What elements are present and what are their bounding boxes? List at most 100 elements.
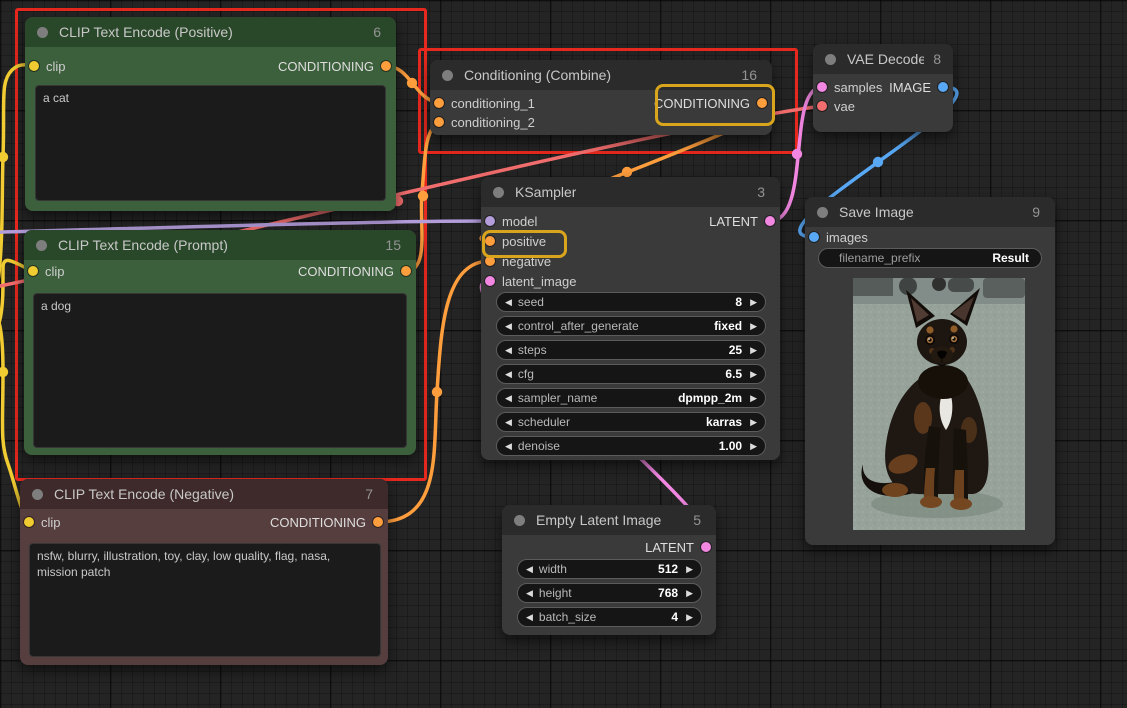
output-slot-label: IMAGE: [889, 80, 931, 95]
conditioning-2-input-port[interactable]: [434, 117, 444, 127]
node-clip-text-encode-negative[interactable]: CLIP Text Encode (Negative)7clipCONDITIO…: [20, 479, 388, 665]
node-id-badge: 3: [757, 184, 765, 200]
increment-arrow-icon[interactable]: ▶: [750, 298, 757, 307]
node-ksampler[interactable]: KSampler3modelpositivenegativelatent_ima…: [481, 177, 780, 460]
input-slot-label: images: [826, 230, 868, 245]
decrement-arrow-icon[interactable]: ◀: [505, 394, 512, 403]
widget-steps[interactable]: ◀steps25▶: [496, 340, 766, 360]
samples-input-port[interactable]: [817, 82, 827, 92]
widget-cfg[interactable]: ◀cfg6.5▶: [496, 364, 766, 384]
increment-arrow-icon[interactable]: ▶: [750, 418, 757, 427]
decrement-arrow-icon[interactable]: ◀: [526, 589, 533, 598]
increment-arrow-icon[interactable]: ▶: [750, 370, 757, 379]
widget-height[interactable]: ◀height768▶: [517, 583, 702, 603]
decrement-arrow-icon[interactable]: ◀: [526, 613, 533, 622]
increment-arrow-icon[interactable]: ▶: [686, 613, 693, 622]
input-slot-latent-image: latent_image: [485, 273, 576, 289]
widget-batch-size[interactable]: ◀batch_size4▶: [517, 607, 702, 627]
conditioning-output-port[interactable]: [373, 517, 383, 527]
widget-name: sampler_name: [518, 391, 597, 405]
decrement-arrow-icon[interactable]: ◀: [505, 322, 512, 331]
model-input-port[interactable]: [485, 216, 495, 226]
field-filename-prefix[interactable]: filename_prefixResult: [818, 248, 1042, 268]
widget-value: 512: [658, 562, 678, 576]
link-midpoint-dot-vae-decode-image-to-save-image[interactable]: [873, 157, 883, 167]
increment-arrow-icon[interactable]: ▶: [686, 589, 693, 598]
clip-input-port[interactable]: [28, 266, 38, 276]
images-input-port[interactable]: [809, 232, 819, 242]
dog-photo-image: [853, 278, 1025, 530]
node-title: VAE Decode: [847, 51, 924, 67]
clip-input-port[interactable]: [24, 517, 34, 527]
clip-input-port[interactable]: [29, 61, 39, 71]
node-header[interactable]: VAE Decode8: [813, 44, 953, 74]
conditioning-output-port[interactable]: [401, 266, 411, 276]
latent-output-port[interactable]: [701, 542, 711, 552]
node-save-image[interactable]: Save Image9 images filename_prefixResult: [805, 197, 1055, 545]
node-id-badge: 7: [365, 486, 373, 502]
prompt-textarea[interactable]: a cat: [35, 85, 386, 201]
widget-denoise[interactable]: ◀denoise1.00▶: [496, 436, 766, 456]
widget-width[interactable]: ◀width512▶: [517, 559, 702, 579]
widget-value: 4: [671, 610, 678, 624]
latent-output-port[interactable]: [765, 216, 775, 226]
node-graph-canvas[interactable]: CLIP Text Encode (Positive)6clipCONDITIO…: [0, 0, 1127, 708]
node-title: CLIP Text Encode (Prompt): [58, 237, 228, 253]
node-id-badge: 6: [373, 24, 381, 40]
node-status-dot: [32, 489, 43, 500]
annotation-yellow-box-2: [482, 230, 567, 258]
prompt-textarea[interactable]: nsfw, blurry, illustration, toy, clay, l…: [29, 543, 381, 657]
output-slot-label: LATENT: [645, 540, 694, 555]
node-id-badge: 5: [693, 512, 701, 528]
decrement-arrow-icon[interactable]: ◀: [505, 346, 512, 355]
widget-value: 768: [658, 586, 678, 600]
widget-value: karras: [706, 415, 742, 429]
increment-arrow-icon[interactable]: ▶: [750, 394, 757, 403]
prompt-textarea[interactable]: a dog: [33, 293, 407, 448]
decrement-arrow-icon[interactable]: ◀: [505, 370, 512, 379]
node-header[interactable]: CLIP Text Encode (Positive) 6: [25, 17, 396, 47]
input-slot-label: model: [502, 214, 537, 229]
node-vae-decode[interactable]: VAE Decode8samplesvaeIMAGE: [813, 44, 953, 132]
input-slot-label: vae: [834, 99, 855, 114]
vae-input-port[interactable]: [817, 101, 827, 111]
decrement-arrow-icon[interactable]: ◀: [505, 442, 512, 451]
widget-seed[interactable]: ◀seed8▶: [496, 292, 766, 312]
widget-control-after-generate[interactable]: ◀control_after_generatefixed▶: [496, 316, 766, 336]
increment-arrow-icon[interactable]: ▶: [686, 565, 693, 574]
node-header[interactable]: CLIP Text Encode (Prompt)15: [24, 230, 416, 260]
image-output-port[interactable]: [938, 82, 948, 92]
output-slot-image: IMAGE: [889, 79, 948, 95]
node-header[interactable]: Empty Latent Image5: [502, 505, 716, 535]
link-midpoint-dot-negative-conditioning-to-ksampler[interactable]: [432, 387, 442, 397]
widget-sampler-name[interactable]: ◀sampler_namedpmpp_2m▶: [496, 388, 766, 408]
link-midpoint-dot-clip-to-clip-text-encode-positive[interactable]: [0, 152, 8, 162]
decrement-arrow-icon[interactable]: ◀: [526, 565, 533, 574]
increment-arrow-icon[interactable]: ▶: [750, 442, 757, 451]
conditioning-1-input-port[interactable]: [434, 98, 444, 108]
input-slot-label: conditioning_1: [451, 96, 535, 111]
widget-scheduler[interactable]: ◀schedulerkarras▶: [496, 412, 766, 432]
latent-image-input-port[interactable]: [485, 276, 495, 286]
decrement-arrow-icon[interactable]: ◀: [505, 298, 512, 307]
input-slot-clip: clip: [29, 58, 66, 74]
increment-arrow-icon[interactable]: ▶: [750, 322, 757, 331]
node-clip-text-encode-prompt[interactable]: CLIP Text Encode (Prompt)15clipCONDITION…: [24, 230, 416, 455]
conditioning-output-port[interactable]: [381, 61, 391, 71]
output-slot-latent: LATENT: [645, 539, 711, 555]
output-slot-label: LATENT: [709, 214, 758, 229]
decrement-arrow-icon[interactable]: ◀: [505, 418, 512, 427]
input-slot-label: latent_image: [502, 274, 576, 289]
node-empty-latent-image[interactable]: Empty Latent Image5LATENT◀width512▶◀heig…: [502, 505, 716, 635]
node-header[interactable]: KSampler3: [481, 177, 780, 207]
node-status-dot: [493, 187, 504, 198]
increment-arrow-icon[interactable]: ▶: [750, 346, 757, 355]
node-status-dot: [825, 54, 836, 65]
widget-name: seed: [518, 295, 544, 309]
link-midpoint-dot-combine-conditioning-to-ksampler-positive[interactable]: [622, 167, 632, 177]
node-header[interactable]: CLIP Text Encode (Negative)7: [20, 479, 388, 509]
link-midpoint-dot-clip-to-clip-text-encode-negative[interactable]: [0, 367, 8, 377]
node-title: CLIP Text Encode (Positive): [59, 24, 233, 40]
node-header[interactable]: Save Image9: [805, 197, 1055, 227]
node-clip-text-encode-positive[interactable]: CLIP Text Encode (Positive)6clipCONDITIO…: [25, 17, 396, 211]
